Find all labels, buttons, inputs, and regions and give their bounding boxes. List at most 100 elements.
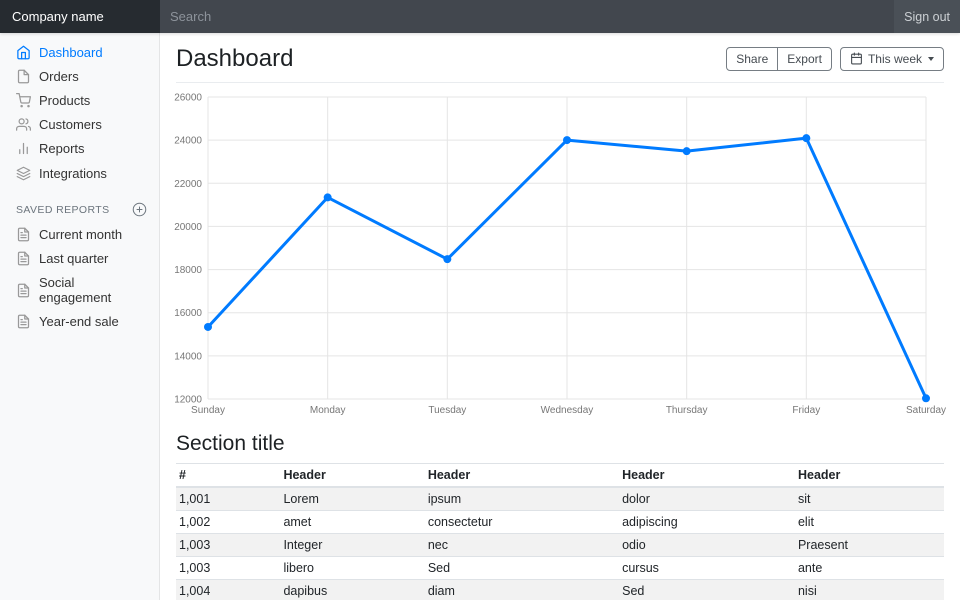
table-cell: Integer [280,534,424,557]
sidebar-item-products[interactable]: Products [0,88,160,112]
page-header: Dashboard Share Export This week [176,33,944,83]
plus-circle-icon[interactable] [132,202,147,217]
saved-reports-heading: Saved reports [16,204,110,216]
calendar-icon [850,52,863,65]
sidebar-item-social-engagement[interactable]: Social engagement [0,271,160,310]
svg-text:Saturday: Saturday [906,405,946,416]
sidebar-item-year-end-sale[interactable]: Year-end sale [0,310,160,334]
brand-link[interactable]: Company name [0,0,160,33]
table-row: 1,003liberoSedcursusante [176,557,944,580]
caret-down-icon [928,57,934,61]
bar-chart-icon [16,141,31,156]
svg-text:14000: 14000 [174,351,202,362]
sidebar-item-reports[interactable]: Reports [0,137,160,161]
sidebar-item-label: Reports [39,141,85,156]
svg-text:12000: 12000 [174,395,202,406]
table-cell: dapibus [280,580,424,600]
column-header: Header [280,464,424,488]
table-cell: 1,002 [176,511,280,534]
svg-text:Tuesday: Tuesday [428,405,466,416]
file-text-icon [16,251,31,266]
svg-text:22000: 22000 [174,179,202,190]
column-header: Header [425,464,619,488]
column-header: Header [619,464,795,488]
section-title: Section title [176,432,944,456]
sidebar-item-label: Last quarter [39,251,108,266]
sidebar-item-label: Year-end sale [39,314,119,329]
sidebar-item-current-month[interactable]: Current month [0,222,160,246]
svg-text:Wednesday: Wednesday [541,405,594,416]
file-text-icon [16,314,31,329]
home-icon [16,45,31,60]
table-cell: consectetur [425,511,619,534]
sidebar-item-integrations[interactable]: Integrations [0,161,160,185]
table-cell: Sed [425,557,619,580]
table-cell: nec [425,534,619,557]
file-text-icon [16,283,31,298]
svg-text:Friday: Friday [792,405,820,416]
weekly-line-chart: 12000 14000 16000 18000 20000 22000 24000 26000… [176,89,944,421]
sidebar: Dashboard Orders Products Customers Reports I… [0,33,160,600]
table-row: 1,003IntegernecodioPraesent [176,534,944,557]
svg-text:20000: 20000 [174,222,202,233]
column-header: # [176,464,280,488]
saved-reports-list: Current month Last quarter Social engageme… [0,222,160,334]
page-title: Dashboard [176,45,293,73]
sidebar-item-label: Customers [39,117,102,132]
table-cell: libero [280,557,424,580]
table-cell: ipsum [425,487,619,511]
svg-text:24000: 24000 [174,136,202,147]
layers-icon [16,166,31,181]
table-cell: Lorem [280,487,424,511]
sidebar-item-customers[interactable]: Customers [0,113,160,137]
search-input[interactable] [160,0,894,33]
users-icon [16,117,31,132]
main-content: Dashboard Share Export This week 12000 14… [160,33,960,600]
chart-container: 12000 14000 16000 18000 20000 22000 24000 26000… [176,89,944,421]
sidebar-nav: Dashboard Orders Products Customers Reports I… [0,40,160,185]
sidebar-item-label: Orders [39,69,79,84]
table-cell: odio [619,534,795,557]
column-header: Header [795,464,944,488]
table-cell: dolor [619,487,795,511]
svg-text:Thursday: Thursday [666,405,708,416]
svg-text:18000: 18000 [174,265,202,276]
export-button[interactable]: Export [777,47,832,72]
table-row: 1,002ametconsecteturadipiscingelit [176,511,944,534]
table-container: #HeaderHeaderHeaderHeader 1,001Loremipsu… [176,463,944,600]
table-cell: elit [795,511,944,534]
svg-text:Monday: Monday [310,405,346,416]
table-cell: Praesent [795,534,944,557]
svg-text:26000: 26000 [174,93,202,104]
table-cell: sit [795,487,944,511]
sidebar-item-label: Social engagement [39,275,144,305]
file-icon [16,69,31,84]
table-cell: amet [280,511,424,534]
table-cell: nisi [795,580,944,600]
table-row: 1,004dapibusdiamSednisi [176,580,944,600]
share-button[interactable]: Share [726,47,778,72]
sidebar-item-label: Integrations [39,166,107,181]
sidebar-item-dashboard[interactable]: Dashboard [0,40,160,64]
period-dropdown[interactable]: This week [840,47,944,72]
table-cell: 1,004 [176,580,280,600]
table-cell: 1,003 [176,557,280,580]
svg-text:Sunday: Sunday [191,405,225,416]
sidebar-item-last-quarter[interactable]: Last quarter [0,246,160,270]
table-cell: 1,001 [176,487,280,511]
file-text-icon [16,227,31,242]
top-navbar: Company name Sign out [0,0,960,33]
sidebar-item-orders[interactable]: Orders [0,64,160,88]
svg-text:16000: 16000 [174,308,202,319]
table-row: 1,001Loremipsumdolorsit [176,487,944,511]
data-table: #HeaderHeaderHeaderHeader 1,001Loremipsu… [176,463,944,600]
share-export-group: Share Export [726,47,832,72]
sign-out-link[interactable]: Sign out [894,0,960,33]
toolbar: Share Export This week [726,47,944,72]
table-header-row: #HeaderHeaderHeaderHeader [176,464,944,488]
sidebar-item-label: Dashboard [39,45,103,60]
table-cell: cursus [619,557,795,580]
table-cell: adipiscing [619,511,795,534]
table-cell: ante [795,557,944,580]
sidebar-item-label: Current month [39,227,122,242]
